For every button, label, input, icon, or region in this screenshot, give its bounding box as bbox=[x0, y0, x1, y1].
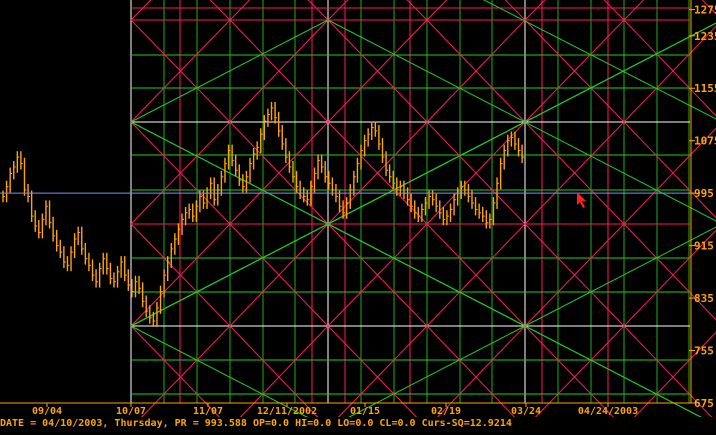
y-tick-label: 1155 bbox=[694, 82, 716, 95]
y-tick-label: 915 bbox=[694, 240, 714, 253]
status-cl-label: CL= bbox=[379, 418, 398, 429]
status-date: 04/10/2003 bbox=[42, 418, 103, 429]
status-sep-1: , bbox=[102, 418, 115, 429]
y-tick-label: 1075 bbox=[694, 135, 716, 148]
status-pr: 993.588 bbox=[204, 418, 247, 429]
y-tick-label: 1235 bbox=[694, 30, 716, 43]
status-curs-label: Curs-SQ= bbox=[421, 418, 470, 429]
status-date-label: DATE = bbox=[0, 418, 43, 429]
x-tick-label: 02/19 bbox=[431, 406, 461, 417]
status-hi-label: HI= bbox=[295, 418, 314, 429]
status-sep-2: , bbox=[162, 418, 175, 429]
y-tick-label: 995 bbox=[694, 187, 714, 200]
status-lo: 0.0 bbox=[355, 418, 374, 429]
status-op: 0.0 bbox=[271, 418, 290, 429]
x-tick-label: 04/24/2003 bbox=[578, 406, 638, 417]
plot-background bbox=[0, 0, 716, 431]
x-tick-label: 11/07 bbox=[193, 406, 223, 417]
y-tick-label: 835 bbox=[694, 292, 714, 305]
y-tick-label: 755 bbox=[694, 345, 714, 358]
status-bar: DATE = 04/10/2003, Thursday, PR = 993.58… bbox=[0, 417, 716, 431]
chart-svg: 1275 1235 1155 1075 995 915 835 755 675 09/04 10/… bbox=[0, 0, 716, 431]
x-tick-label: 12/11/2002 bbox=[257, 406, 317, 417]
x-tick-label: 03/24 bbox=[511, 406, 541, 417]
status-hi: 0.0 bbox=[313, 418, 332, 429]
status-op-label: OP= bbox=[252, 418, 271, 429]
y-tick-label: 1275 bbox=[694, 4, 716, 17]
y-tick-label: 675 bbox=[694, 397, 714, 410]
x-tick-label: 10/07 bbox=[116, 406, 146, 417]
status-pr-label: PR = bbox=[174, 418, 205, 429]
x-tick-label: 09/04 bbox=[32, 406, 62, 417]
status-curs: 12.9214 bbox=[469, 418, 512, 429]
status-cl: 0.0 bbox=[397, 418, 416, 429]
chart-frame: 1275 1235 1155 1075 995 915 835 755 675 09/04 10/… bbox=[0, 0, 716, 431]
x-tick-label: 01/15 bbox=[350, 406, 380, 417]
status-day: Thursday bbox=[114, 418, 163, 429]
status-lo-label: LO= bbox=[337, 418, 356, 429]
